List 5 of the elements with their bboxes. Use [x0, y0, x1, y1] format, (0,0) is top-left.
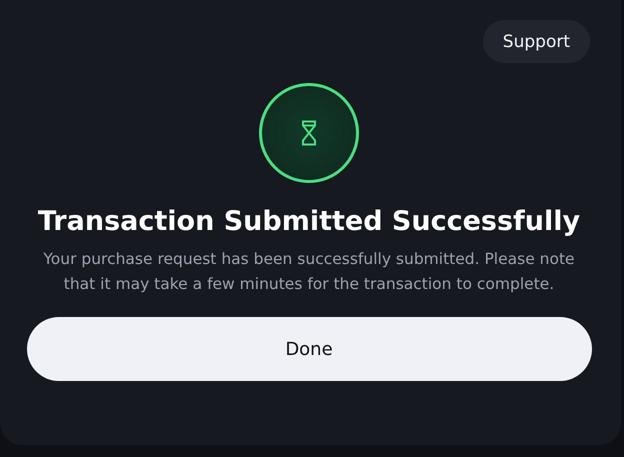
dialog-title: Transaction Submitted Successfully	[38, 206, 580, 237]
done-button[interactable]: Done	[26, 317, 592, 381]
dialog-message: Your purchase request has been successfully submitted. Please note that it may take a few minutes for the transaction to complete.	[42, 249, 576, 295]
support-button[interactable]: Support	[482, 20, 590, 63]
hourglass-icon	[300, 120, 318, 146]
